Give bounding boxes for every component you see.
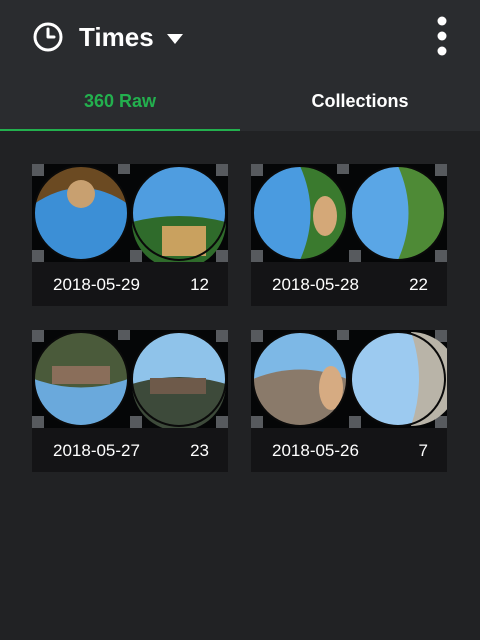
tab-collections[interactable]: Collections	[240, 76, 480, 131]
dual-fisheye-thumbnail[interactable]	[251, 330, 447, 428]
page-title[interactable]: Times	[79, 22, 154, 52]
dual-fisheye-thumbnail[interactable]	[32, 164, 228, 262]
dual-fisheye-thumbnail[interactable]	[32, 330, 228, 428]
item-count: 7	[418, 441, 428, 460]
item-count: 23	[190, 441, 209, 460]
app-screen: Times 360 Raw Collections 2018-05-29 12 …	[0, 0, 480, 640]
date-label: 2018-05-26	[272, 441, 359, 460]
dual-fisheye-thumbnail[interactable]	[251, 164, 447, 262]
active-tab-indicator	[0, 129, 240, 131]
tab-bar: 360 Raw Collections	[0, 76, 480, 131]
day-card[interactable]: 2018-05-26 7	[251, 330, 447, 472]
date-label: 2018-05-28	[272, 275, 359, 294]
date-label: 2018-05-27	[53, 441, 140, 460]
caret-down-icon[interactable]	[166, 33, 184, 45]
day-card[interactable]: 2018-05-28 22	[251, 164, 447, 306]
date-label: 2018-05-29	[53, 275, 140, 294]
day-card[interactable]: 2018-05-29 12	[32, 164, 228, 306]
day-card[interactable]: 2018-05-27 23	[32, 330, 228, 472]
item-count: 12	[190, 275, 209, 294]
clock-icon[interactable]	[32, 21, 64, 53]
item-count: 22	[409, 275, 428, 294]
tab-360-raw[interactable]: 360 Raw	[0, 76, 240, 131]
more-vertical-icon[interactable]	[430, 16, 454, 58]
top-bar: Times	[0, 0, 480, 76]
